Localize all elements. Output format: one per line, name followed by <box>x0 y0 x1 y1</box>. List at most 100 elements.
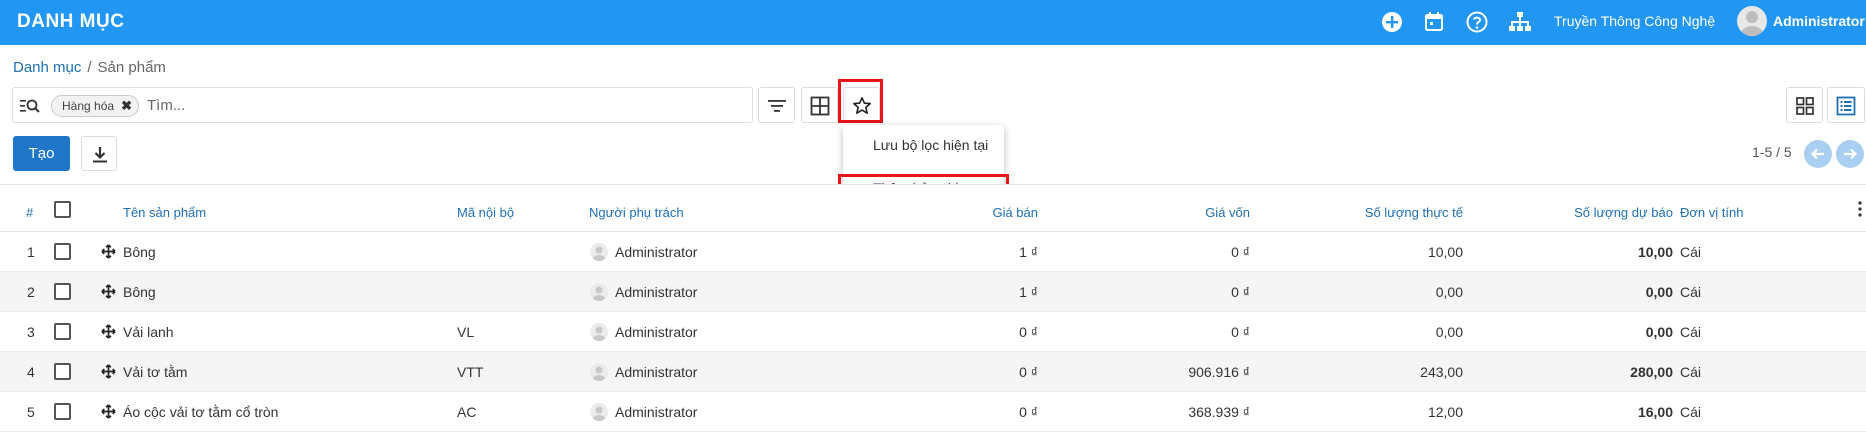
uom: Cái <box>1680 284 1702 300</box>
qty-forecast: 280,00 <box>1630 364 1673 380</box>
cost-price: 0 ₫ <box>1231 244 1250 260</box>
top-navbar: DANH MỤC Truyền Thông Công Nghệ Administ… <box>0 0 1866 45</box>
row-index: 1 <box>27 244 35 260</box>
qty-actual: 12,00 <box>1427 404 1463 420</box>
pager-previous-button[interactable] <box>1804 140 1832 168</box>
col-qty-forecast[interactable]: Số lượng dự báo <box>1510 205 1673 220</box>
owner-name: Administrator <box>615 324 698 340</box>
owner-avatar <box>590 403 608 421</box>
row-checkbox[interactable] <box>54 323 71 340</box>
table-row[interactable]: 3 Vải lanh VL Administrator 0 ₫ 0 ₫ 0,00… <box>0 312 1866 352</box>
save-current-filter-item[interactable]: Lưu bộ lọc hiện tại <box>873 137 988 153</box>
plus-circle-icon[interactable] <box>1380 10 1404 34</box>
list-view-button[interactable] <box>1827 87 1865 123</box>
arrow-left-icon <box>1810 148 1824 160</box>
user-menu[interactable]: Administrator <box>1773 13 1865 29</box>
favorites-highlight <box>838 79 883 123</box>
column-options-icon <box>1858 201 1862 217</box>
breadcrumb: Danh mục / Sản phẩm <box>13 59 166 76</box>
breadcrumb-separator: / <box>87 59 92 76</box>
internal-code: VTT <box>457 364 484 380</box>
select-all-checkbox[interactable] <box>54 201 71 218</box>
qty-actual: 0,00 <box>1435 324 1463 340</box>
uom: Cái <box>1680 364 1702 380</box>
sitemap-icon[interactable] <box>1508 10 1532 34</box>
row-checkbox[interactable] <box>54 363 71 380</box>
search-bar[interactable]: Hàng hóa ✖ <box>12 87 753 123</box>
col-index: # <box>26 205 34 220</box>
search-input[interactable] <box>147 94 737 116</box>
breadcrumb-current: Sản phẩm <box>97 59 166 76</box>
uom: Cái <box>1680 404 1702 420</box>
owner-name: Administrator <box>615 284 698 300</box>
col-product-name[interactable]: Tên sản phẩm <box>123 205 206 220</box>
pager-value[interactable]: 1-5 / 5 <box>1752 144 1792 160</box>
col-responsible[interactable]: Người phụ trách <box>589 205 684 220</box>
row-checkbox[interactable] <box>54 283 71 300</box>
sale-price: 0 ₫ <box>1019 324 1038 340</box>
qty-actual: 0,00 <box>1435 284 1463 300</box>
col-uom[interactable]: Đơn vị tính <box>1680 205 1743 220</box>
filter-button[interactable] <box>758 87 795 123</box>
owner-avatar <box>590 283 608 301</box>
internal-code: VL <box>457 324 475 340</box>
row-index: 5 <box>27 404 35 420</box>
uom: Cái <box>1680 244 1702 260</box>
col-qty-actual[interactable]: Số lượng thực tế <box>1300 205 1463 220</box>
row-checkbox[interactable] <box>54 243 71 260</box>
create-button[interactable]: Tạo <box>13 136 70 171</box>
sale-price: 0 ₫ <box>1019 364 1038 380</box>
qty-forecast: 16,00 <box>1637 404 1673 420</box>
cost-price: 906.916 ₫ <box>1188 364 1250 380</box>
remove-facet-icon[interactable]: ✖ <box>121 96 132 116</box>
product-name: Vải lanh <box>123 324 174 340</box>
company-switcher[interactable]: Truyền Thông Công Nghệ <box>1554 13 1715 29</box>
owner-avatar <box>590 323 608 341</box>
download-icon <box>93 147 107 163</box>
owner-avatar <box>590 363 608 381</box>
col-internal-code[interactable]: Mã nội bộ <box>457 205 514 220</box>
kanban-view-button[interactable] <box>1786 87 1823 123</box>
search-options-icon[interactable] <box>20 97 42 115</box>
row-index: 2 <box>27 284 35 300</box>
product-name: Bông <box>123 244 156 260</box>
search-facet: Hàng hóa ✖ <box>51 95 140 117</box>
drag-handle-icon <box>101 324 116 339</box>
download-button[interactable] <box>81 136 117 171</box>
uom: Cái <box>1680 324 1702 340</box>
internal-code: AC <box>457 404 477 420</box>
row-index: 3 <box>27 324 35 340</box>
user-avatar[interactable] <box>1737 6 1767 36</box>
qty-forecast: 0,00 <box>1645 324 1673 340</box>
col-sale-price[interactable]: Giá bán <box>938 205 1038 220</box>
drag-handle-icon <box>101 364 116 379</box>
cost-price: 368.939 ₫ <box>1188 404 1250 420</box>
group-by-button[interactable] <box>801 87 838 123</box>
qty-forecast: 0,00 <box>1645 284 1673 300</box>
cost-price: 0 ₫ <box>1231 284 1250 300</box>
col-cost[interactable]: Giá vốn <box>1150 205 1250 220</box>
product-name: Bông <box>123 284 156 300</box>
breadcrumb-parent-link[interactable]: Danh mục <box>13 59 81 76</box>
table-row[interactable]: 2 Bông Administrator 1 ₫ 0 ₫ 0,00 0,00 C… <box>0 272 1866 312</box>
app-title[interactable]: DANH MỤC <box>17 11 124 33</box>
table-header: # Tên sản phẩm Mã nội bộ Người phụ trách… <box>0 184 1866 232</box>
help-icon[interactable] <box>1465 10 1489 34</box>
row-checkbox[interactable] <box>54 403 71 420</box>
calendar-icon[interactable] <box>1422 10 1446 34</box>
row-index: 4 <box>27 364 35 380</box>
search-facet-label: Hàng hóa <box>62 99 115 113</box>
pager-next-button[interactable] <box>1836 140 1864 168</box>
qty-actual: 10,00 <box>1427 244 1463 260</box>
table-row[interactable]: 4 Vải tơ tằm VTT Administrator 0 ₫ 906.9… <box>0 352 1866 392</box>
sale-price: 1 ₫ <box>1019 284 1038 300</box>
qty-actual: 243,00 <box>1420 364 1463 380</box>
table-row[interactable]: 5 Áo cộc vải tơ tằm cổ tròn AC Administr… <box>0 392 1866 432</box>
drag-handle-icon <box>101 404 116 419</box>
drag-handle-icon <box>101 244 116 259</box>
cost-price: 0 ₫ <box>1231 324 1250 340</box>
qty-forecast: 10,00 <box>1637 244 1673 260</box>
owner-name: Administrator <box>615 364 698 380</box>
product-name: Vải tơ tằm <box>123 364 188 380</box>
table-row[interactable]: 1 Bông Administrator 1 ₫ 0 ₫ 10,00 10,00… <box>0 232 1866 272</box>
